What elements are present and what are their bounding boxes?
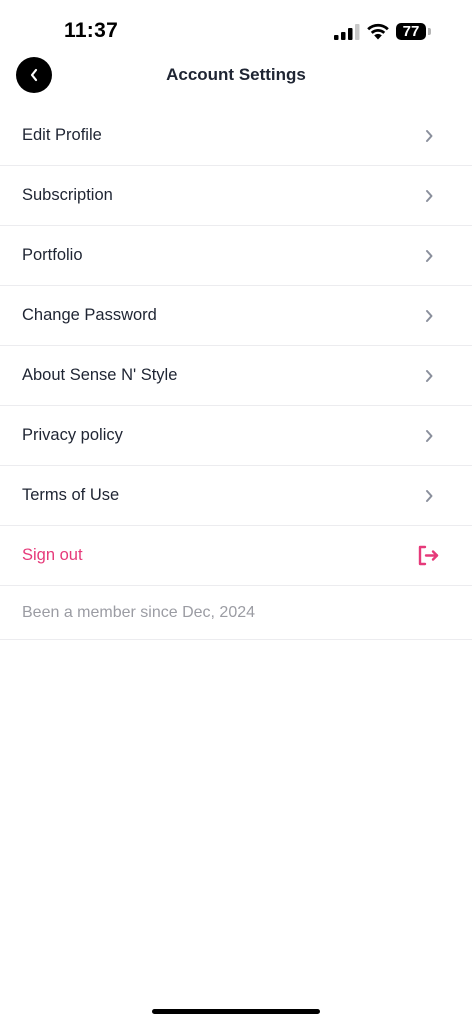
menu-item-label: Terms of Use <box>22 486 120 504</box>
member-since-row: Been a member since Dec, 2024 <box>0 586 472 640</box>
menu-item-privacy-policy[interactable]: Privacy policy <box>0 406 472 466</box>
chevron-right-icon <box>426 430 433 442</box>
sign-out-button[interactable]: Sign out <box>0 526 472 586</box>
menu-item-label: Portfolio <box>22 246 83 264</box>
menu-item-label: Edit Profile <box>22 126 102 144</box>
battery-cap <box>428 28 431 35</box>
menu-item-about[interactable]: About Sense N' Style <box>0 346 472 406</box>
member-since-text: Been a member since Dec, 2024 <box>22 604 256 621</box>
logout-icon <box>418 545 439 566</box>
menu-item-subscription[interactable]: Subscription <box>0 166 472 226</box>
menu-item-portfolio[interactable]: Portfolio <box>0 226 472 286</box>
home-indicator[interactable] <box>152 1009 320 1014</box>
menu-item-terms-of-use[interactable]: Terms of Use <box>0 466 472 526</box>
menu-item-label: Privacy policy <box>22 426 123 444</box>
chevron-right-icon <box>426 130 433 142</box>
cellular-signal-icon <box>334 24 360 40</box>
menu-item-label: Subscription <box>22 186 113 204</box>
menu-item-change-password[interactable]: Change Password <box>0 286 472 346</box>
battery-icon: 77 <box>396 23 426 40</box>
chevron-right-icon <box>426 490 433 502</box>
status-bar: 11:37 77 <box>0 0 472 56</box>
chevron-right-icon <box>426 310 433 322</box>
chevron-right-icon <box>426 250 433 262</box>
nav-header: Account Settings <box>0 56 472 96</box>
menu-item-edit-profile[interactable]: Edit Profile <box>0 106 472 166</box>
battery-level: 77 <box>402 23 420 40</box>
wifi-icon <box>367 23 389 40</box>
chevron-right-icon <box>426 370 433 382</box>
settings-menu: Edit Profile Subscription Portfolio Chan… <box>0 106 472 640</box>
page-title: Account Settings <box>166 65 306 84</box>
menu-item-label: Change Password <box>22 306 157 324</box>
menu-item-label: About Sense N' Style <box>22 366 178 384</box>
sign-out-label: Sign out <box>22 546 83 564</box>
status-time: 11:37 <box>64 19 119 42</box>
chevron-right-icon <box>426 190 433 202</box>
